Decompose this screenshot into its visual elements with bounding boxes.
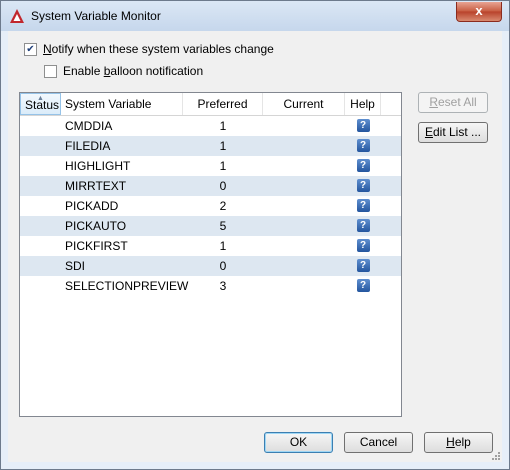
status-cell — [20, 256, 61, 276]
preferred-value: 1 — [219, 119, 227, 133]
help-cell[interactable]: ? — [345, 136, 381, 156]
table-row[interactable]: SELECTIONPREVIEW 3 ? — [20, 276, 401, 296]
edit-list-button[interactable]: Edit List ... — [418, 122, 488, 143]
status-cell — [20, 196, 61, 216]
table-row[interactable]: MIRRTEXT 0 ? — [20, 176, 401, 196]
help-icon[interactable]: ? — [356, 139, 370, 152]
help-icon[interactable]: ? — [356, 199, 370, 212]
help-cell[interactable]: ? — [345, 196, 381, 216]
balloon-checkbox[interactable] — [44, 64, 57, 78]
preferred-value: 0 — [219, 259, 227, 273]
preferred-value: 2 — [219, 199, 227, 213]
status-cell — [20, 116, 61, 136]
current-value — [263, 176, 345, 196]
variable-name: CMDDIA — [65, 119, 113, 133]
autocad-logo-icon — [10, 9, 24, 23]
status-cell — [20, 156, 61, 176]
preferred-value: 0 — [219, 179, 227, 193]
help-cell[interactable]: ? — [345, 256, 381, 276]
help-icon[interactable]: ? — [356, 279, 370, 292]
table-row[interactable]: PICKADD 2 ? — [20, 196, 401, 216]
table-row[interactable]: CMDDIA 1 ? — [20, 116, 401, 136]
variable-name: PICKFIRST — [65, 239, 128, 253]
current-value — [263, 216, 345, 236]
preferred-value: 1 — [219, 159, 227, 173]
current-value — [263, 236, 345, 256]
reset-all-button[interactable]: Reset All — [418, 92, 488, 113]
cancel-button[interactable]: Cancel — [344, 432, 413, 453]
close-button[interactable]: x — [456, 2, 502, 22]
balloon-option[interactable]: Enable balloon notification — [44, 64, 203, 78]
notify-option[interactable]: ✔ Notify when these system variables cha… — [24, 42, 274, 56]
help-icon[interactable]: ? — [356, 219, 370, 232]
variable-name: PICKADD — [65, 199, 119, 213]
variable-name: PICKAUTO — [65, 219, 127, 233]
resize-grip-icon[interactable] — [490, 450, 500, 460]
help-icon[interactable]: ? — [356, 159, 370, 172]
help-cell[interactable]: ? — [345, 276, 381, 296]
preferred-value: 5 — [219, 219, 227, 233]
status-cell — [20, 216, 61, 236]
ok-button[interactable]: OK — [264, 432, 333, 453]
column-header-current[interactable]: Current — [263, 93, 345, 115]
checkmark-icon: ✔ — [26, 43, 35, 55]
table-row[interactable]: SDI 0 ? — [20, 256, 401, 276]
column-header-help[interactable]: Help — [345, 93, 381, 115]
variable-name: FILEDIA — [65, 139, 111, 153]
window-title: System Variable Monitor — [31, 9, 161, 23]
current-value — [263, 116, 345, 136]
variable-name: SELECTIONPREVIEW — [65, 279, 189, 293]
help-cell[interactable]: ? — [345, 116, 381, 136]
column-header-status[interactable]: ▲ Status — [20, 93, 61, 115]
status-cell — [20, 176, 61, 196]
help-icon[interactable]: ? — [356, 119, 370, 132]
status-cell — [20, 236, 61, 256]
variable-name: MIRRTEXT — [65, 179, 127, 193]
current-value — [263, 276, 345, 296]
help-icon[interactable]: ? — [356, 179, 370, 192]
current-value — [263, 256, 345, 276]
table-row[interactable]: PICKAUTO 5 ? — [20, 216, 401, 236]
status-cell — [20, 136, 61, 156]
help-cell[interactable]: ? — [345, 216, 381, 236]
help-cell[interactable]: ? — [345, 156, 381, 176]
preferred-value: 1 — [219, 239, 227, 253]
current-value — [263, 136, 345, 156]
status-cell — [20, 276, 61, 296]
help-button[interactable]: Help — [424, 432, 493, 453]
help-cell[interactable]: ? — [345, 176, 381, 196]
variable-name: SDI — [65, 259, 86, 273]
sort-arrow-icon: ▲ — [37, 95, 44, 102]
title-bar[interactable]: System Variable Monitor x — [1, 1, 509, 31]
column-header-system-variable[interactable]: System Variable — [61, 93, 183, 115]
system-variable-list[interactable]: ▲ Status System Variable Preferred Curre… — [19, 92, 402, 417]
close-icon: x — [475, 3, 483, 18]
table-row[interactable]: HIGHLIGHT 1 ? — [20, 156, 401, 176]
column-header-preferred[interactable]: Preferred — [183, 93, 263, 115]
notify-label: Notify when these system variables chang… — [43, 42, 274, 56]
current-value — [263, 156, 345, 176]
preferred-value: 3 — [219, 279, 227, 293]
variable-name: HIGHLIGHT — [65, 159, 131, 173]
dialog-window: System Variable Monitor x ✔ Notify when … — [0, 0, 510, 470]
help-cell[interactable]: ? — [345, 236, 381, 256]
table-row[interactable]: FILEDIA 1 ? — [20, 136, 401, 156]
help-icon[interactable]: ? — [356, 239, 370, 252]
dialog-body: ✔ Notify when these system variables cha… — [8, 31, 502, 462]
table-row[interactable]: PICKFIRST 1 ? — [20, 236, 401, 256]
notify-checkbox[interactable]: ✔ — [24, 42, 37, 56]
help-icon[interactable]: ? — [356, 259, 370, 272]
preferred-value: 1 — [219, 139, 227, 153]
current-value — [263, 196, 345, 216]
list-header: ▲ Status System Variable Preferred Curre… — [20, 93, 401, 116]
balloon-label: Enable balloon notification — [63, 64, 204, 78]
